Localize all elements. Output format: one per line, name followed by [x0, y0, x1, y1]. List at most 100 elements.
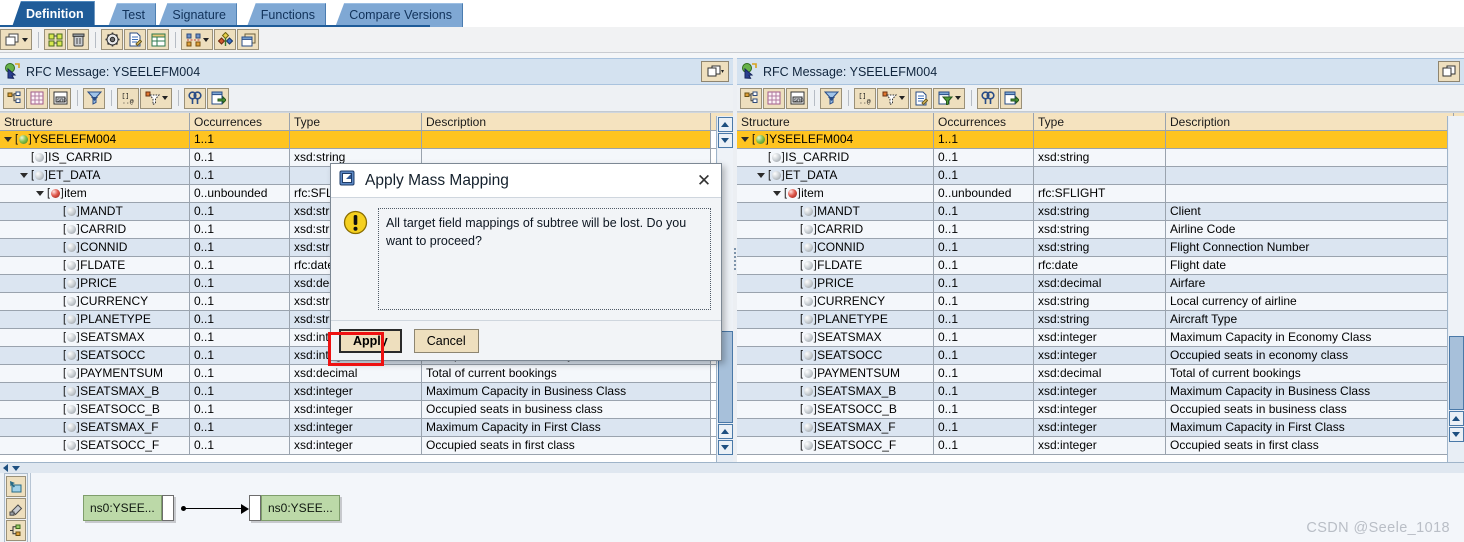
chevron-down-icon[interactable]: [757, 173, 765, 178]
cancel-button[interactable]: Cancel: [413, 328, 479, 353]
table-row[interactable]: [] ET_DATA 0..1: [737, 167, 1464, 185]
tree-node-cell[interactable]: [] PAYMENTSUM: [0, 365, 190, 382]
tree-node-cell[interactable]: [] CARRID: [737, 221, 934, 238]
scroll-down-icon[interactable]: [12, 465, 20, 471]
grid-nodes-icon[interactable]: [44, 29, 66, 50]
tree-node-cell[interactable]: [] SEATSOCC_F: [0, 437, 190, 454]
tree-node-cell[interactable]: [] SEATSMAX: [0, 329, 190, 346]
table-row[interactable]: [] SEATSOCC_B 0..1 xsd:integer Occupied seat…: [0, 401, 733, 419]
table-row[interactable]: [] SEATSMAX_F 0..1 xsd:integer Maximum Capac…: [0, 419, 733, 437]
scroll-thumb[interactable]: [1448, 336, 1464, 410]
tree-node-cell[interactable]: [] CARRID: [0, 221, 190, 238]
tree-node-cell[interactable]: [] CONNID: [737, 239, 934, 256]
tree-node-cell[interactable]: [] SEATSOCC_B: [0, 401, 190, 418]
tree-node-cell[interactable]: [] SEATSOCC_F: [737, 437, 934, 454]
tab-functions[interactable]: Functions: [246, 3, 326, 27]
tree-node-cell[interactable]: [] PLANETYPE: [0, 311, 190, 328]
tree-node-cell[interactable]: [] FLDATE: [0, 257, 190, 274]
new-object-dropdown[interactable]: [0, 29, 32, 50]
tree-node-cell[interactable]: [] item: [737, 185, 934, 202]
table-row[interactable]: [] SEATSMAX_B 0..1 xsd:integer Maximum Capac…: [0, 383, 733, 401]
document-pen-icon[interactable]: [910, 87, 932, 109]
chevron-down-icon[interactable]: [36, 191, 44, 196]
chevron-down-icon[interactable]: [773, 191, 781, 196]
tree-node-cell[interactable]: [] PAYMENTSUM: [737, 365, 934, 382]
scroll-down-button-2[interactable]: [717, 440, 733, 455]
tab-definition[interactable]: Definition: [12, 1, 95, 27]
chevron-down-icon[interactable]: [741, 137, 749, 142]
tab-test[interactable]: Test: [108, 3, 156, 27]
target-panel-restore-button[interactable]: [1438, 61, 1460, 82]
trash-icon[interactable]: [67, 29, 89, 50]
tree-node-cell[interactable]: [] SEATSOCC: [737, 347, 934, 364]
tab-signature[interactable]: Signature: [158, 3, 237, 27]
tree-node-cell[interactable]: [] ET_DATA: [0, 167, 190, 184]
scroll-up-button-2[interactable]: [717, 424, 733, 439]
table-row[interactable]: []PLANETYPE0..1xsd:stringAircraft Type: [737, 311, 1464, 329]
mapping-grid-icon[interactable]: [181, 29, 213, 50]
chevron-down-icon[interactable]: [4, 137, 12, 142]
export-icon[interactable]: [207, 87, 229, 109]
eraser-icon[interactable]: [6, 498, 26, 519]
namespace-at-icon[interactable]: [] ..@: [854, 87, 876, 109]
pointer-select-icon[interactable]: [6, 476, 26, 497]
table-row[interactable]: []CURRENCY0..1xsd:stringLocal currency o…: [737, 293, 1464, 311]
tree-node-cell[interactable]: [] CURRENCY: [737, 293, 934, 310]
expand-tree-icon[interactable]: [6, 520, 26, 541]
tree-node-cell[interactable]: [] SEATSMAX_F: [737, 419, 934, 436]
table-row[interactable]: [] YSEELEFM004 1..1: [737, 131, 1464, 149]
tree-node-cell[interactable]: [] PLANETYPE: [737, 311, 934, 328]
close-icon[interactable]: ✕: [693, 170, 715, 192]
tree-node-cell[interactable]: [] YSEELEFM004: [0, 131, 190, 148]
document-pen-icon[interactable]: [124, 29, 146, 50]
scroll-up-button[interactable]: [1448, 411, 1464, 426]
table-row[interactable]: [] SEATSOCC_F 0..1 xsd:integer Occupied seat…: [0, 437, 733, 455]
table-row[interactable]: []CONNID0..1xsd:stringFlight Connection …: [737, 239, 1464, 257]
find-icon[interactable]: [977, 87, 999, 109]
mapping-node-target-port[interactable]: [249, 495, 261, 521]
table-row[interactable]: []SEATSMAX0..1xsd:integerMaximum Capacit…: [737, 329, 1464, 347]
table-row[interactable]: [] PAYMENTSUM 0..1 xsd:decimal Total of curr…: [0, 365, 733, 383]
table-row[interactable]: []FLDATE0..1rfc:dateFlight date: [737, 257, 1464, 275]
scroll-track[interactable]: [1448, 116, 1464, 336]
namespace-at-icon[interactable]: [] ..@: [117, 87, 139, 109]
tree-node-cell[interactable]: [] SEATSMAX_B: [0, 383, 190, 400]
gear-icon[interactable]: [101, 29, 123, 50]
table-row[interactable]: [] SEATSMAX_B 0..1 xsd:integer Maximum Capac…: [737, 383, 1464, 401]
mapping-node-source[interactable]: ns0:YSEE...: [83, 495, 174, 521]
scroll-left-icon[interactable]: [3, 464, 8, 472]
tree-node-cell[interactable]: [] SEATSOCC_B: [737, 401, 934, 418]
table-row[interactable]: []PRICE0..1xsd:decimalAirfare: [737, 275, 1464, 293]
tree-node-cell[interactable]: [] MANDT: [0, 203, 190, 220]
scroll-down-button[interactable]: [1448, 427, 1464, 442]
scroll-down-button[interactable]: [717, 133, 733, 148]
tree-node-cell[interactable]: [] SEATSMAX_F: [0, 419, 190, 436]
copy-window-icon[interactable]: [237, 29, 259, 50]
tree-node-cell[interactable]: [] item: [0, 185, 190, 202]
tree-node-cell[interactable]: [] IS_CARRID: [737, 149, 934, 166]
tree-node-cell[interactable]: [] IS_CARRID: [0, 149, 190, 166]
table-row[interactable]: [] item 0..unbounded rfc:SFLIGHT: [737, 185, 1464, 203]
table-row[interactable]: [] SEATSOCC_F 0..1 xsd:integer Occupied seat…: [737, 437, 1464, 455]
apply-button[interactable]: Apply: [339, 328, 402, 353]
tree-node-cell[interactable]: [] MANDT: [737, 203, 934, 220]
source-panel-restore-button[interactable]: [701, 61, 729, 82]
table-row[interactable]: [] PAYMENTSUM 0..1 xsd:decimal Total of curr…: [737, 365, 1464, 383]
filter-collapse-icon[interactable]: [820, 87, 842, 109]
mapping-canvas[interactable]: ns0:YSEE... ns0:YSEE...: [30, 473, 1464, 542]
filter-attribute-icon[interactable]: [877, 87, 909, 109]
source-code-icon[interactable]: SRC: [786, 87, 808, 109]
tree-node-cell[interactable]: [] YSEELEFM004: [737, 131, 934, 148]
target-vertical-scrollbar[interactable]: [1447, 116, 1464, 462]
mapping-node-target[interactable]: ns0:YSEE...: [249, 495, 340, 521]
tree-node-cell[interactable]: [] FLDATE: [737, 257, 934, 274]
mapping-link[interactable]: [184, 508, 244, 509]
table-row[interactable]: []SEATSOCC0..1xsd:integerOccupied seats …: [737, 347, 1464, 365]
grid-icon[interactable]: [763, 87, 785, 109]
colored-diamonds-icon[interactable]: [214, 29, 236, 50]
tree-node-cell[interactable]: [] SEATSOCC: [0, 347, 190, 364]
export-icon[interactable]: [1000, 87, 1022, 109]
grid-icon[interactable]: [26, 87, 48, 109]
tree-node-cell[interactable]: [] CURRENCY: [0, 293, 190, 310]
source-code-icon[interactable]: SRC: [49, 87, 71, 109]
